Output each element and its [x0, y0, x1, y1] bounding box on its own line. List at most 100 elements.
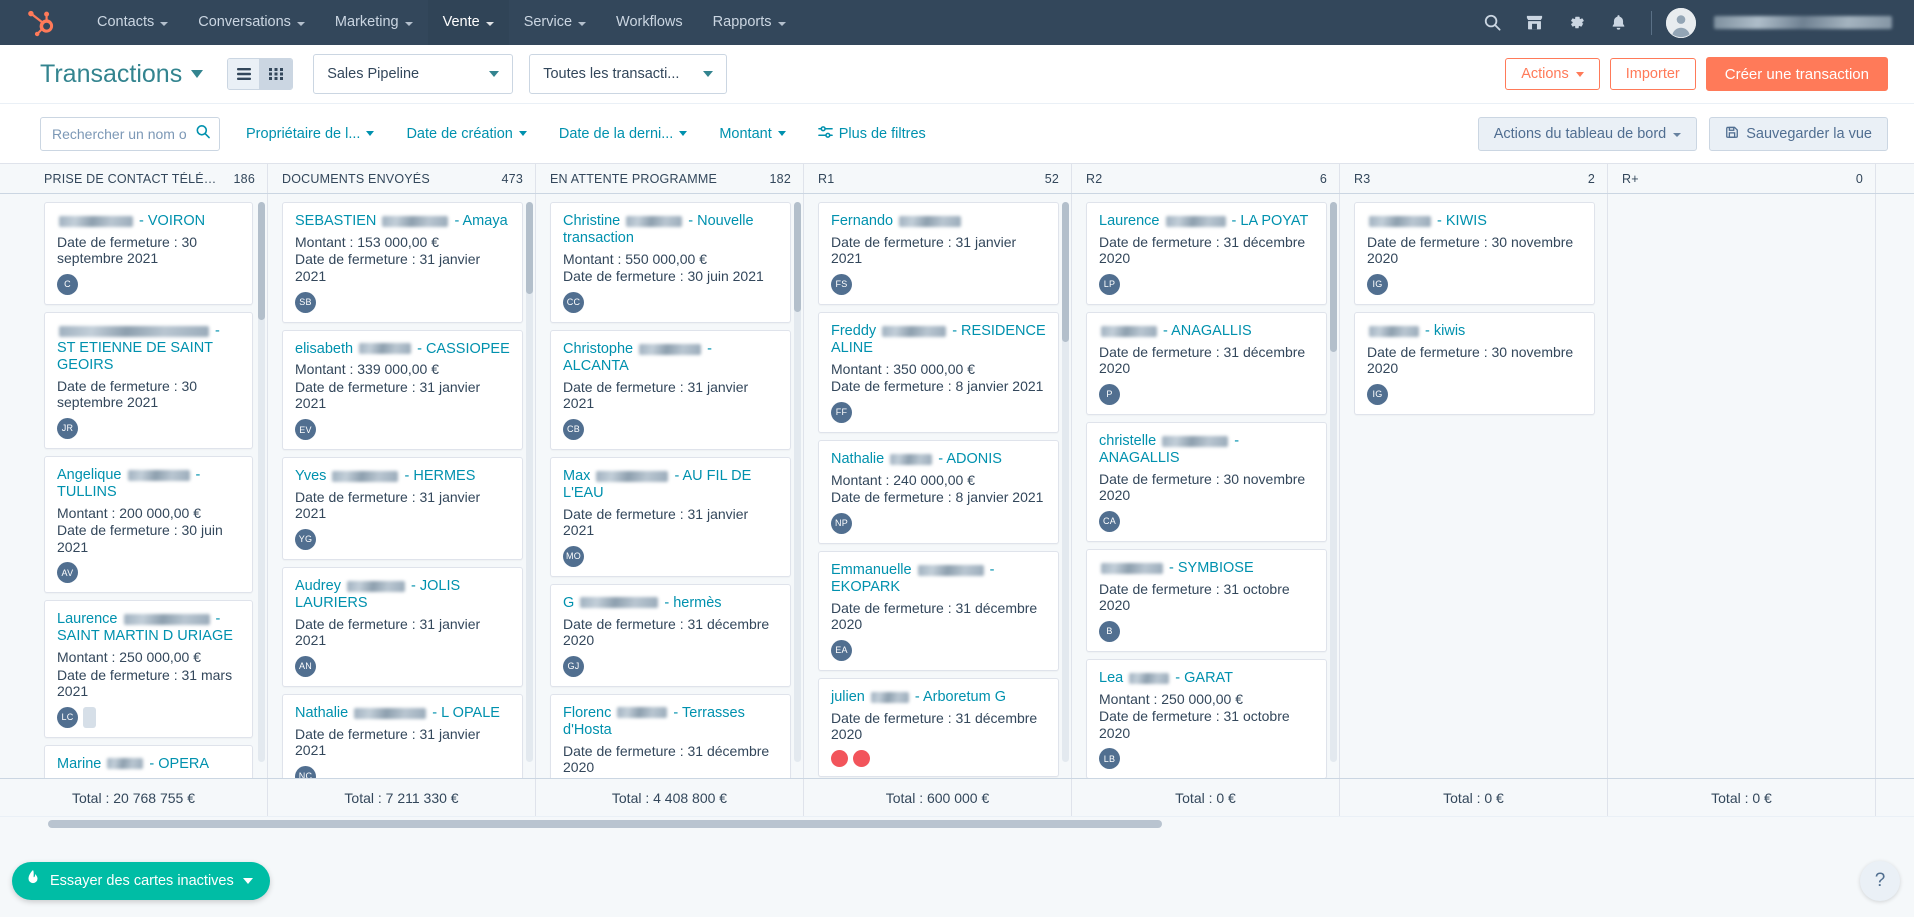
- deal-card[interactable]: Audrey - JOLIS LAURIERS Date de fermeture…: [282, 566, 523, 687]
- deal-card-title[interactable]: Florenc - Terrasses d'Hosta: [563, 705, 778, 739]
- avatar[interactable]: FF: [831, 401, 852, 423]
- filter-last-activity-date[interactable]: Date de la derni...: [559, 126, 688, 142]
- board-view-button[interactable]: [260, 59, 293, 89]
- create-deal-button[interactable]: Créer une transaction: [1705, 57, 1888, 91]
- filter-owner[interactable]: Propriétaire de l...: [246, 126, 375, 142]
- deal-card[interactable]: christelle - ANAGALLIS Date de fermeture …: [1086, 421, 1327, 542]
- deal-card-title[interactable]: Fernando: [831, 213, 1046, 230]
- search-icon[interactable]: [1473, 4, 1511, 42]
- deal-card-title[interactable]: elisabeth - CASSIOPEE: [295, 341, 510, 358]
- avatar[interactable]: IG: [1367, 273, 1388, 295]
- deal-card-title[interactable]: - VOIRON: [57, 213, 240, 230]
- scrollbar-thumb[interactable]: [526, 202, 533, 294]
- avatar[interactable]: CB: [563, 418, 584, 440]
- avatar[interactable]: IG: [1367, 383, 1388, 405]
- deal-card[interactable]: Laurence - LA POYAT Date de fermeture : 3…: [1086, 202, 1327, 305]
- avatar[interactable]: [1666, 7, 1696, 38]
- avatar[interactable]: NP: [831, 512, 852, 534]
- column-header-en-attente-programme[interactable]: EN ATTENTE PROGRAMME 182: [536, 164, 804, 193]
- column-header-documents-envoyes[interactable]: DOCUMENTS ENVOYÉS 473: [268, 164, 536, 193]
- avatar[interactable]: JR: [57, 417, 78, 439]
- deal-card[interactable]: - KIWIS Date de fermeture : 30 novembre 2…: [1354, 202, 1595, 305]
- deal-card[interactable]: G - hermès Date de fermeture : 31 décembr…: [550, 583, 791, 687]
- records-filter-select[interactable]: Toutes les transacti...: [529, 54, 728, 94]
- scrollbar-thumb[interactable]: [1330, 202, 1337, 352]
- page-title[interactable]: Transactions: [40, 60, 204, 89]
- deal-card-title[interactable]: - KIWIS: [1367, 213, 1582, 230]
- deal-card-title[interactable]: Lea - GARAT: [1099, 670, 1314, 687]
- pipeline-select[interactable]: Sales Pipeline: [313, 54, 514, 94]
- column-header-prise-de-contact-telephonique[interactable]: PRISE DE CONTACT TÉLÉPHONIQUE 186: [0, 164, 268, 193]
- deal-card[interactable]: Max - AU FIL DE L'EAU Date de fermeture :…: [550, 456, 791, 577]
- deal-card[interactable]: - ST ETIENNE DE SAINT GEOIRS Date de ferm…: [44, 311, 253, 449]
- nav-item-service[interactable]: Service: [509, 0, 601, 45]
- avatar[interactable]: LC: [57, 706, 78, 728]
- deal-card[interactable]: Marine - OPERAMontant : 320 000,00 €Date…: [44, 744, 253, 778]
- deal-card-title[interactable]: Laurence - LA POYAT: [1099, 213, 1314, 230]
- column-header-r3[interactable]: R3 2: [1340, 164, 1608, 193]
- column-scrollbar[interactable]: [794, 202, 801, 762]
- avatar[interactable]: CC: [563, 291, 584, 313]
- deal-card[interactable]: julien - Arboretum G Date de fermeture : …: [818, 677, 1059, 777]
- avatar[interactable]: LB: [1099, 748, 1120, 770]
- deal-card[interactable]: Christine - Nouvelle transaction Montant …: [550, 202, 791, 323]
- scrollbar-thumb[interactable]: [794, 202, 801, 312]
- deal-card[interactable]: elisabeth - CASSIOPEE Montant : 339 000,0…: [282, 329, 523, 450]
- column-header-r2[interactable]: R2 6: [1072, 164, 1340, 193]
- avatar[interactable]: GJ: [563, 655, 584, 677]
- deal-card-title[interactable]: Yves - HERMES: [295, 468, 510, 485]
- avatar[interactable]: AN: [295, 655, 316, 677]
- avatar[interactable]: C: [57, 273, 78, 295]
- avatar[interactable]: MO: [563, 545, 584, 567]
- deal-card-title[interactable]: - ANAGALLIS: [1099, 323, 1314, 340]
- filter-create-date[interactable]: Date de création: [406, 126, 527, 142]
- deal-card-title[interactable]: Christine - Nouvelle transaction: [563, 213, 778, 247]
- deal-card[interactable]: Emmanuelle - EKOPARK Date de fermeture : …: [818, 550, 1059, 671]
- deal-card[interactable]: Nathalie - ADONIS Montant : 240 000,00 € D…: [818, 439, 1059, 544]
- deal-card-title[interactable]: - ST ETIENNE DE SAINT GEOIRS: [57, 323, 240, 374]
- inactive-cards-button[interactable]: Essayer des cartes inactives: [12, 862, 270, 900]
- deal-card-title[interactable]: Max - AU FIL DE L'EAU: [563, 468, 778, 502]
- avatar[interactable]: FS: [831, 273, 852, 295]
- scrollbar-thumb[interactable]: [1062, 202, 1069, 342]
- nav-item-vente[interactable]: Vente: [427, 0, 509, 45]
- avatar[interactable]: B: [1099, 620, 1120, 642]
- nav-item-rapports[interactable]: Rapports: [698, 0, 801, 45]
- filter-amount[interactable]: Montant: [719, 126, 786, 142]
- deal-card[interactable]: Fernando Date de fermeture : 31 janvier …: [818, 202, 1059, 305]
- column-scrollbar[interactable]: [1062, 202, 1069, 762]
- board-actions-button[interactable]: Actions du tableau de bord: [1477, 116, 1698, 151]
- deal-card-title[interactable]: - kiwis: [1367, 323, 1582, 340]
- deal-card-title[interactable]: Angelique - TULLINS: [57, 467, 240, 501]
- deal-card-title[interactable]: SEBASTIEN - Amaya: [295, 213, 510, 230]
- deal-card[interactable]: Nathalie - L OPALE Date de fermeture : 31…: [282, 693, 523, 778]
- help-button[interactable]: ?: [1860, 861, 1900, 901]
- deal-card-title[interactable]: Laurence - SAINT MARTIN D URIAGE: [57, 611, 240, 645]
- deal-card[interactable]: SEBASTIEN - Amaya Montant : 153 000,00 € D…: [282, 202, 523, 323]
- marketplace-icon[interactable]: [1515, 4, 1553, 42]
- deal-card-title[interactable]: Emmanuelle - EKOPARK: [831, 562, 1046, 596]
- deal-card[interactable]: Lea - GARAT Montant : 250 000,00 € Date de…: [1086, 658, 1327, 778]
- deal-card-title[interactable]: Marine - OPERA: [57, 756, 240, 773]
- column-scrollbar[interactable]: [1330, 202, 1337, 762]
- deal-card[interactable]: Yves - HERMES Date de fermeture : 31 janv…: [282, 457, 523, 560]
- deal-card-title[interactable]: Nathalie - ADONIS: [831, 451, 1046, 468]
- avatar[interactable]: EA: [831, 639, 852, 661]
- avatar[interactable]: AV: [57, 562, 78, 584]
- deal-card-title[interactable]: G - hermès: [563, 595, 778, 612]
- scrollbar-thumb[interactable]: [48, 820, 1162, 828]
- more-filters-button[interactable]: Plus de filtres: [817, 125, 926, 143]
- deal-card[interactable]: - ANAGALLIS Date de fermeture : 31 décemb…: [1086, 311, 1327, 415]
- column-scrollbar[interactable]: [258, 202, 265, 762]
- import-button[interactable]: Importer: [1609, 58, 1696, 90]
- deal-card-title[interactable]: - SYMBIOSE: [1099, 560, 1314, 577]
- nav-item-workflows[interactable]: Workflows: [601, 0, 698, 45]
- avatar[interactable]: SB: [295, 291, 316, 313]
- deal-card[interactable]: Christophe - ALCANTA Date de fermeture : …: [550, 329, 791, 450]
- column-header-r1[interactable]: R1 52: [804, 164, 1072, 193]
- deal-card[interactable]: Florenc - Terrasses d'Hosta Date de ferme…: [550, 693, 791, 778]
- deal-card[interactable]: Laurence - SAINT MARTIN D URIAGE Montant …: [44, 600, 253, 738]
- search-input[interactable]: [40, 116, 220, 151]
- nav-item-conversations[interactable]: Conversations: [183, 0, 320, 45]
- deal-card-title[interactable]: Christophe - ALCANTA: [563, 341, 778, 375]
